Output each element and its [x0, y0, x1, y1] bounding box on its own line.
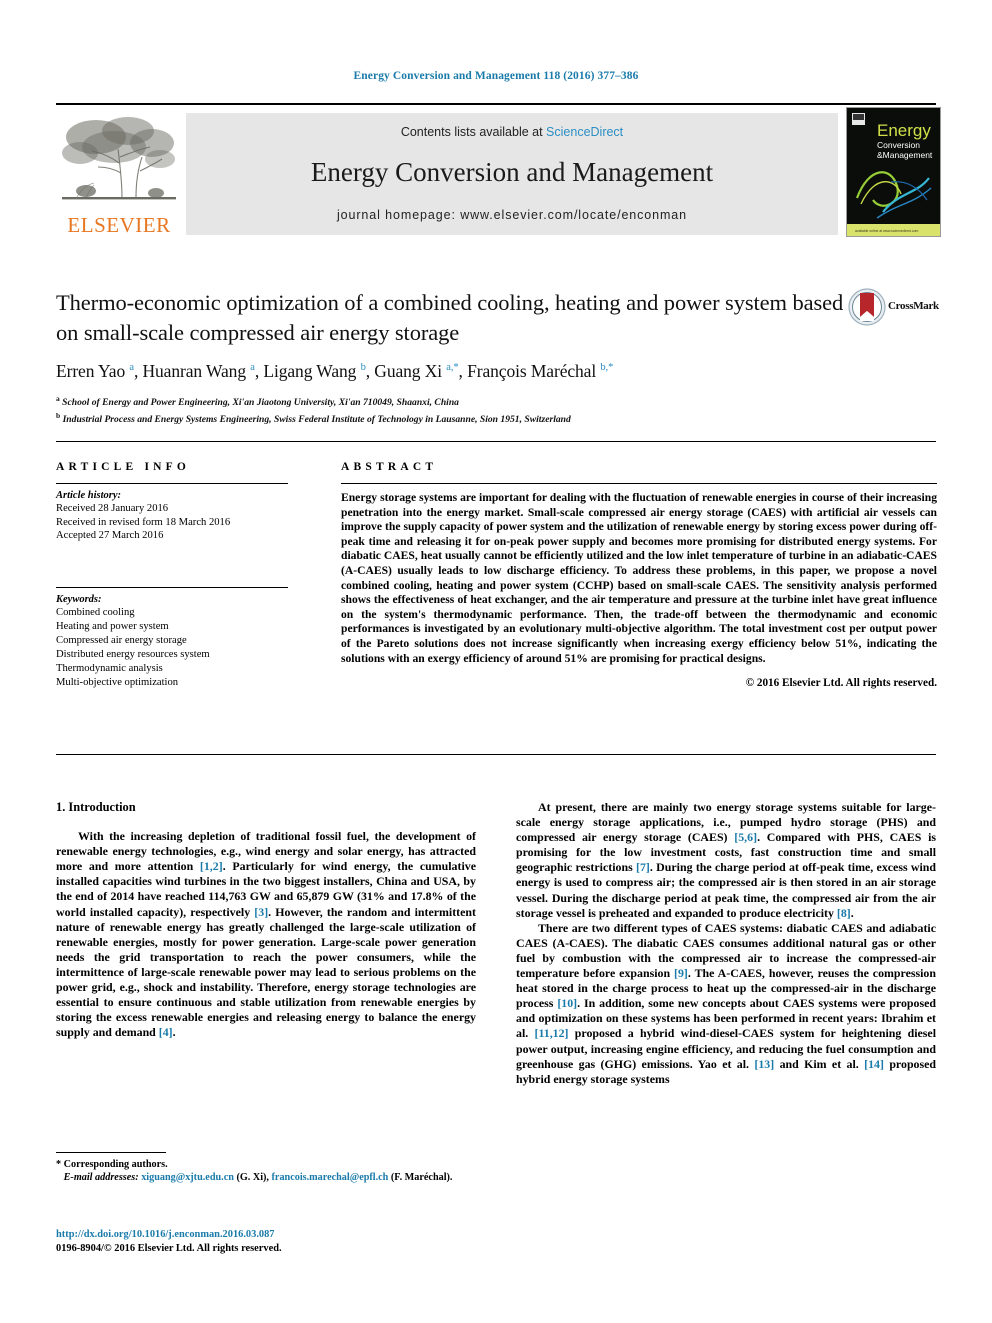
- imprint-block: http://dx.doi.org/10.1016/j.enconman.201…: [56, 1228, 486, 1255]
- abstract-column: ABSTRACT Energy storage systems are impo…: [341, 461, 937, 689]
- keyword-item: Compressed air energy storage: [56, 634, 187, 646]
- corresponding-author-note: * Corresponding authors.: [56, 1159, 168, 1170]
- running-head: Energy Conversion and Management 118 (20…: [353, 70, 639, 82]
- article-history-item: Received 28 January 2016: [56, 503, 169, 514]
- email-label: E-mail addresses:: [63, 1172, 139, 1184]
- abstract-heading: ABSTRACT: [341, 461, 438, 473]
- keyword-item: Combined cooling: [56, 606, 135, 618]
- crossmark-badge[interactable]: CrossMark: [848, 288, 944, 328]
- paper-page: Energy Conversion and Management 118 (20…: [0, 0, 992, 1323]
- email-owner-1: (G. Xi),: [236, 1172, 269, 1184]
- svg-text:Conversion: Conversion: [877, 140, 920, 150]
- journal-cover-thumbnail: Energy Conversion &Management available …: [846, 107, 941, 237]
- keyword-item: Thermodynamic analysis: [56, 662, 163, 674]
- journal-title: Energy Conversion and Management: [310, 157, 714, 187]
- article-history-item: Accepted 27 March 2016: [56, 530, 164, 541]
- body-column-right: At present, there are mainly two energy …: [516, 800, 936, 1087]
- title-block: Thermo-economic optimization of a combin…: [56, 288, 846, 426]
- svg-text:&Management: &Management: [877, 150, 933, 160]
- rule-above-abstract: [56, 441, 936, 442]
- email-link-1[interactable]: xiguang@xjtu.edu.cn: [141, 1172, 234, 1183]
- article-info-heading: ARTICLE INFO: [56, 461, 191, 473]
- email-link-2[interactable]: francois.marechal@epfl.ch: [272, 1172, 389, 1183]
- abstract-rule: [341, 483, 937, 484]
- affiliation-a-text: School of Energy and Power Engineering, …: [62, 397, 459, 409]
- body-paragraph: With the increasing depletion of traditi…: [56, 829, 476, 1040]
- journal-cover-art: Energy Conversion &Management available …: [847, 108, 940, 236]
- article-history-item: Received in revised form 18 March 2016: [56, 516, 231, 528]
- email-addresses-line: E-mail addresses: xiguang@xjtu.edu.cn (G…: [56, 1171, 476, 1184]
- abstract-text: Energy storage systems are important for…: [341, 491, 937, 665]
- author-list: Erren Yao a, Huanran Wang a, Ligang Wang…: [56, 361, 614, 381]
- affiliation-b: b Industrial Process and Energy Systems …: [56, 411, 571, 426]
- elsevier-logo: ELSEVIER: [56, 111, 182, 237]
- elsevier-tree-icon: [62, 117, 176, 200]
- section-heading-introduction: 1. Introduction: [56, 800, 136, 814]
- body-column-left: 1. Introduction With the increasing depl…: [56, 800, 476, 1040]
- article-history-label: Article history:: [56, 490, 122, 501]
- sciencedirect-link[interactable]: ScienceDirect: [546, 125, 623, 139]
- keywords-rule: [56, 586, 288, 588]
- keyword-item: Distributed energy resources system: [56, 648, 210, 660]
- article-info-column: ARTICLE INFO Article history: Received 2…: [56, 461, 306, 690]
- body-paragraph: At present, there are mainly two energy …: [516, 800, 937, 920]
- affiliation-b-text: Industrial Process and Energy Systems En…: [62, 414, 571, 426]
- page-title: Thermo-economic optimization of a combin…: [56, 290, 844, 345]
- footnote-rule: [56, 1152, 166, 1153]
- email-owner-2: (F. Maréchal).: [390, 1172, 453, 1184]
- keyword-item: Multi-objective optimization: [56, 676, 179, 688]
- contents-prefix: Contents lists available at: [400, 125, 547, 139]
- keywords-label: Keywords:: [56, 593, 102, 605]
- crossmark-icon: [848, 288, 886, 326]
- rule-below-abstract: [56, 754, 936, 755]
- article-info-rule: [56, 483, 288, 484]
- doi-link[interactable]: http://dx.doi.org/10.1016/j.enconman.201…: [56, 1228, 486, 1242]
- keyword-item: Heating and power system: [56, 620, 169, 632]
- journal-homepage[interactable]: journal homepage: www.elsevier.com/locat…: [186, 208, 838, 222]
- svg-text:Energy: Energy: [877, 121, 931, 140]
- svg-text:available online at www.scienc: available online at www.sciencedirect.co…: [855, 229, 918, 233]
- body-paragraph: There are two different types of CAES sy…: [516, 920, 937, 1086]
- journal-band: Contents lists available at ScienceDirec…: [186, 113, 838, 235]
- abstract-copyright: © 2016 Elsevier Ltd. All rights reserved…: [745, 677, 937, 690]
- issn-copyright-line: 0196-8904/© 2016 Elsevier Ltd. All right…: [56, 1242, 282, 1254]
- footnote-block: * Corresponding authors. E-mail addresse…: [56, 1152, 476, 1185]
- journal-masthead: ELSEVIER Contents lists available at Sci…: [56, 103, 941, 237]
- elsevier-wordmark: ELSEVIER: [67, 213, 171, 237]
- affiliation-list: a School of Energy and Power Engineering…: [56, 392, 846, 426]
- affiliation-a: a School of Energy and Power Engineering…: [56, 394, 459, 409]
- crossmark-label: CrossMark: [888, 300, 939, 312]
- contents-available-line: Contents lists available at ScienceDirec…: [186, 125, 838, 139]
